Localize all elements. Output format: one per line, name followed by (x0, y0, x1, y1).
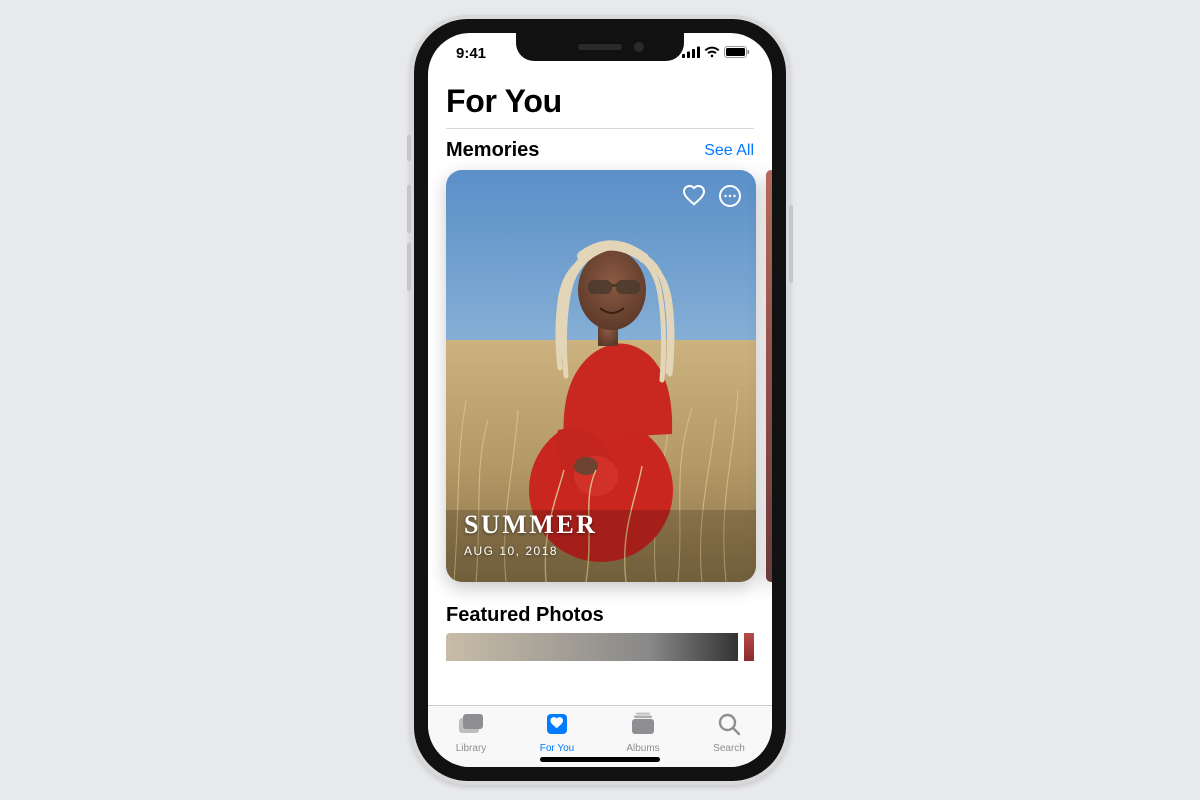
tab-label: Search (713, 743, 745, 754)
cellular-signal-icon (682, 45, 700, 62)
featured-section-title: Featured Photos (446, 604, 604, 627)
front-camera (634, 42, 644, 52)
memory-card[interactable]: SUMMER AUG 10, 2018 (446, 170, 756, 582)
for-you-icon (544, 712, 570, 741)
notch (516, 33, 684, 61)
favorite-heart-icon[interactable] (680, 182, 708, 210)
screen: 9:41 For You Memories (428, 33, 772, 767)
phone-frame: 9:41 For You Memories (414, 19, 786, 781)
battery-icon (724, 45, 750, 62)
albums-icon (629, 712, 657, 741)
content-area[interactable]: For You Memories See All (428, 73, 772, 705)
tab-for-you[interactable]: For You (517, 712, 597, 754)
memory-card-next-peek[interactable] (766, 170, 772, 582)
volume-up-button (407, 185, 411, 233)
memory-card-title: SUMMER (464, 510, 597, 540)
tab-search[interactable]: Search (689, 712, 769, 754)
memories-section-title: Memories (446, 139, 539, 162)
home-indicator[interactable] (540, 757, 660, 762)
tab-albums[interactable]: Albums (603, 712, 683, 754)
more-options-icon[interactable] (716, 182, 744, 210)
tab-label: Library (456, 743, 487, 754)
wifi-icon (704, 45, 720, 62)
featured-photos-row[interactable] (446, 633, 754, 661)
search-icon (717, 712, 741, 741)
tab-library[interactable]: Library (431, 712, 511, 754)
memories-scroller[interactable]: SUMMER AUG 10, 2018 (428, 170, 772, 582)
phone-device-mockup: 9:41 For You Memories (410, 15, 790, 785)
speaker-grille (578, 44, 622, 50)
page-title: For You (428, 73, 772, 128)
featured-thumb-peek[interactable] (744, 633, 754, 661)
library-icon (457, 712, 485, 741)
featured-thumb[interactable] (446, 633, 738, 661)
tab-label: Albums (626, 743, 659, 754)
status-time: 9:41 (456, 45, 486, 62)
volume-down-button (407, 243, 411, 291)
featured-section-header: Featured Photos (428, 582, 772, 633)
memory-card-date: AUG 10, 2018 (464, 544, 597, 558)
tab-label: For You (540, 743, 574, 754)
power-button (789, 205, 793, 283)
mute-switch (407, 135, 411, 161)
memories-section-header: Memories See All (428, 129, 772, 170)
see-all-link[interactable]: See All (704, 142, 754, 160)
